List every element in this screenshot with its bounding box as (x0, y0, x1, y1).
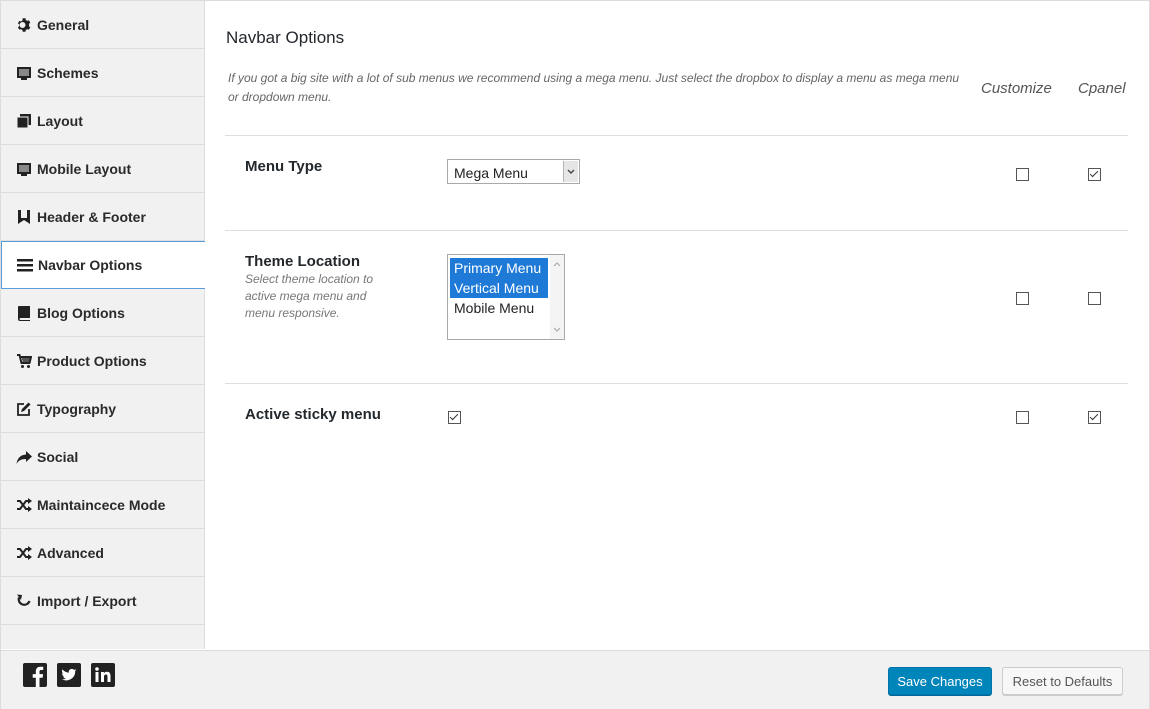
sidebar-item-advanced[interactable]: Advanced (1, 529, 204, 577)
sidebar-item-typography[interactable]: Typography (1, 385, 204, 433)
list-option-primary-menu[interactable]: Primary Menu (450, 258, 548, 278)
sidebar-item-label: Advanced (37, 544, 104, 561)
twitter-icon[interactable] (57, 663, 81, 687)
divider (225, 135, 1128, 136)
gear-icon (16, 17, 32, 33)
menu-type-customize-checkbox[interactable] (1016, 168, 1029, 181)
list-option-mobile-menu[interactable]: Mobile Menu (450, 298, 548, 318)
sidebar-item-label: Navbar Options (38, 257, 143, 273)
sidebar-item-navbar-options[interactable]: Navbar Options (1, 241, 205, 289)
sticky-menu-customize-checkbox[interactable] (1016, 411, 1029, 424)
theme-location-listbox[interactable]: Primary Menu Vertical Menu Mobile Menu (447, 254, 565, 340)
sidebar-item-blog-options[interactable]: Blog Options (1, 289, 204, 337)
reset-defaults-button[interactable]: Reset to Defaults (1002, 667, 1123, 695)
sidebar-item-import-export[interactable]: Import / Export (1, 577, 204, 625)
chevron-up-icon[interactable] (553, 261, 561, 267)
menu-icon (17, 257, 33, 273)
sidebar-item-label: Maintaincece Mode (37, 496, 166, 513)
refresh-icon (16, 593, 32, 609)
column-header-customize: Customize (981, 80, 1052, 97)
column-header-cpanel: Cpanel (1078, 80, 1126, 97)
chevron-down-icon[interactable] (553, 327, 561, 333)
sidebar-item-label: Typography (37, 400, 117, 417)
theme-location-label: Theme Location (245, 253, 361, 270)
bookmark-icon (16, 209, 32, 225)
sidebar-item-layout[interactable]: Layout (1, 97, 204, 145)
sidebar-item-label: General (37, 16, 90, 33)
options-panel: General Schemes Layout Mobile Layout Hea… (0, 0, 1150, 709)
main-content: Navbar Options If you got a big site wit… (205, 1, 1149, 649)
theme-location-customize-checkbox[interactable] (1016, 292, 1029, 305)
shuffle-icon (16, 545, 32, 561)
theme-location-description: Select theme location to active mega men… (245, 272, 374, 320)
sidebar-item-label: Header & Footer (37, 208, 146, 225)
monitor-icon (16, 161, 32, 177)
sticky-menu-label: Active sticky menu (245, 406, 381, 423)
sidebar-item-header-footer[interactable]: Header & Footer (1, 193, 204, 241)
divider (225, 383, 1128, 384)
menu-type-label: Menu Type (245, 158, 323, 175)
sidebar-item-label: Layout (37, 112, 83, 129)
cart-icon (16, 353, 32, 369)
sidebar-item-social[interactable]: Social (1, 433, 204, 481)
edit-icon (16, 401, 32, 417)
sidebar-item-label: Blog Options (37, 304, 125, 321)
sidebar-item-label: Social (37, 448, 79, 465)
sidebar-item-mobile-layout[interactable]: Mobile Layout (1, 145, 204, 193)
divider (225, 230, 1128, 231)
sidebar-item-schemes[interactable]: Schemes (1, 49, 204, 97)
sticky-menu-checkbox[interactable] (448, 411, 461, 424)
sticky-menu-cpanel-checkbox[interactable] (1088, 411, 1101, 424)
menu-type-selected-value: Mega Menu (454, 165, 528, 181)
linkedin-icon[interactable] (91, 663, 115, 687)
theme-location-cpanel-checkbox[interactable] (1088, 292, 1101, 305)
list-option-vertical-menu[interactable]: Vertical Menu (450, 278, 548, 298)
copy-icon (16, 113, 32, 129)
sidebar-item-label: Product Options (37, 352, 147, 369)
footer-bar: Save Changes Reset to Defaults (1, 650, 1149, 709)
save-changes-button[interactable]: Save Changes (888, 667, 992, 695)
sidebar-item-label: Import / Export (37, 592, 137, 609)
share-icon (16, 449, 32, 465)
shuffle-icon (16, 497, 32, 513)
book-icon (16, 305, 32, 321)
sidebar-item-general[interactable]: General (1, 1, 204, 49)
intro-text: If you got a big site with a lot of sub … (228, 71, 960, 104)
sidebar-item-label: Mobile Layout (37, 160, 132, 177)
sidebar-item-product-options[interactable]: Product Options (1, 337, 204, 385)
page-title: Navbar Options (226, 28, 345, 47)
chevron-down-icon[interactable] (563, 161, 578, 182)
listbox-scrollbar[interactable] (550, 255, 564, 339)
sidebar-item-maintenance-mode[interactable]: Maintaincece Mode (1, 481, 204, 529)
sidebar-item-label: Schemes (37, 64, 99, 81)
menu-type-select[interactable]: Mega Menu (447, 159, 580, 184)
facebook-icon[interactable] (23, 663, 47, 687)
monitor-icon (16, 65, 32, 81)
menu-type-cpanel-checkbox[interactable] (1088, 168, 1101, 181)
sidebar: General Schemes Layout Mobile Layout Hea… (1, 1, 205, 649)
